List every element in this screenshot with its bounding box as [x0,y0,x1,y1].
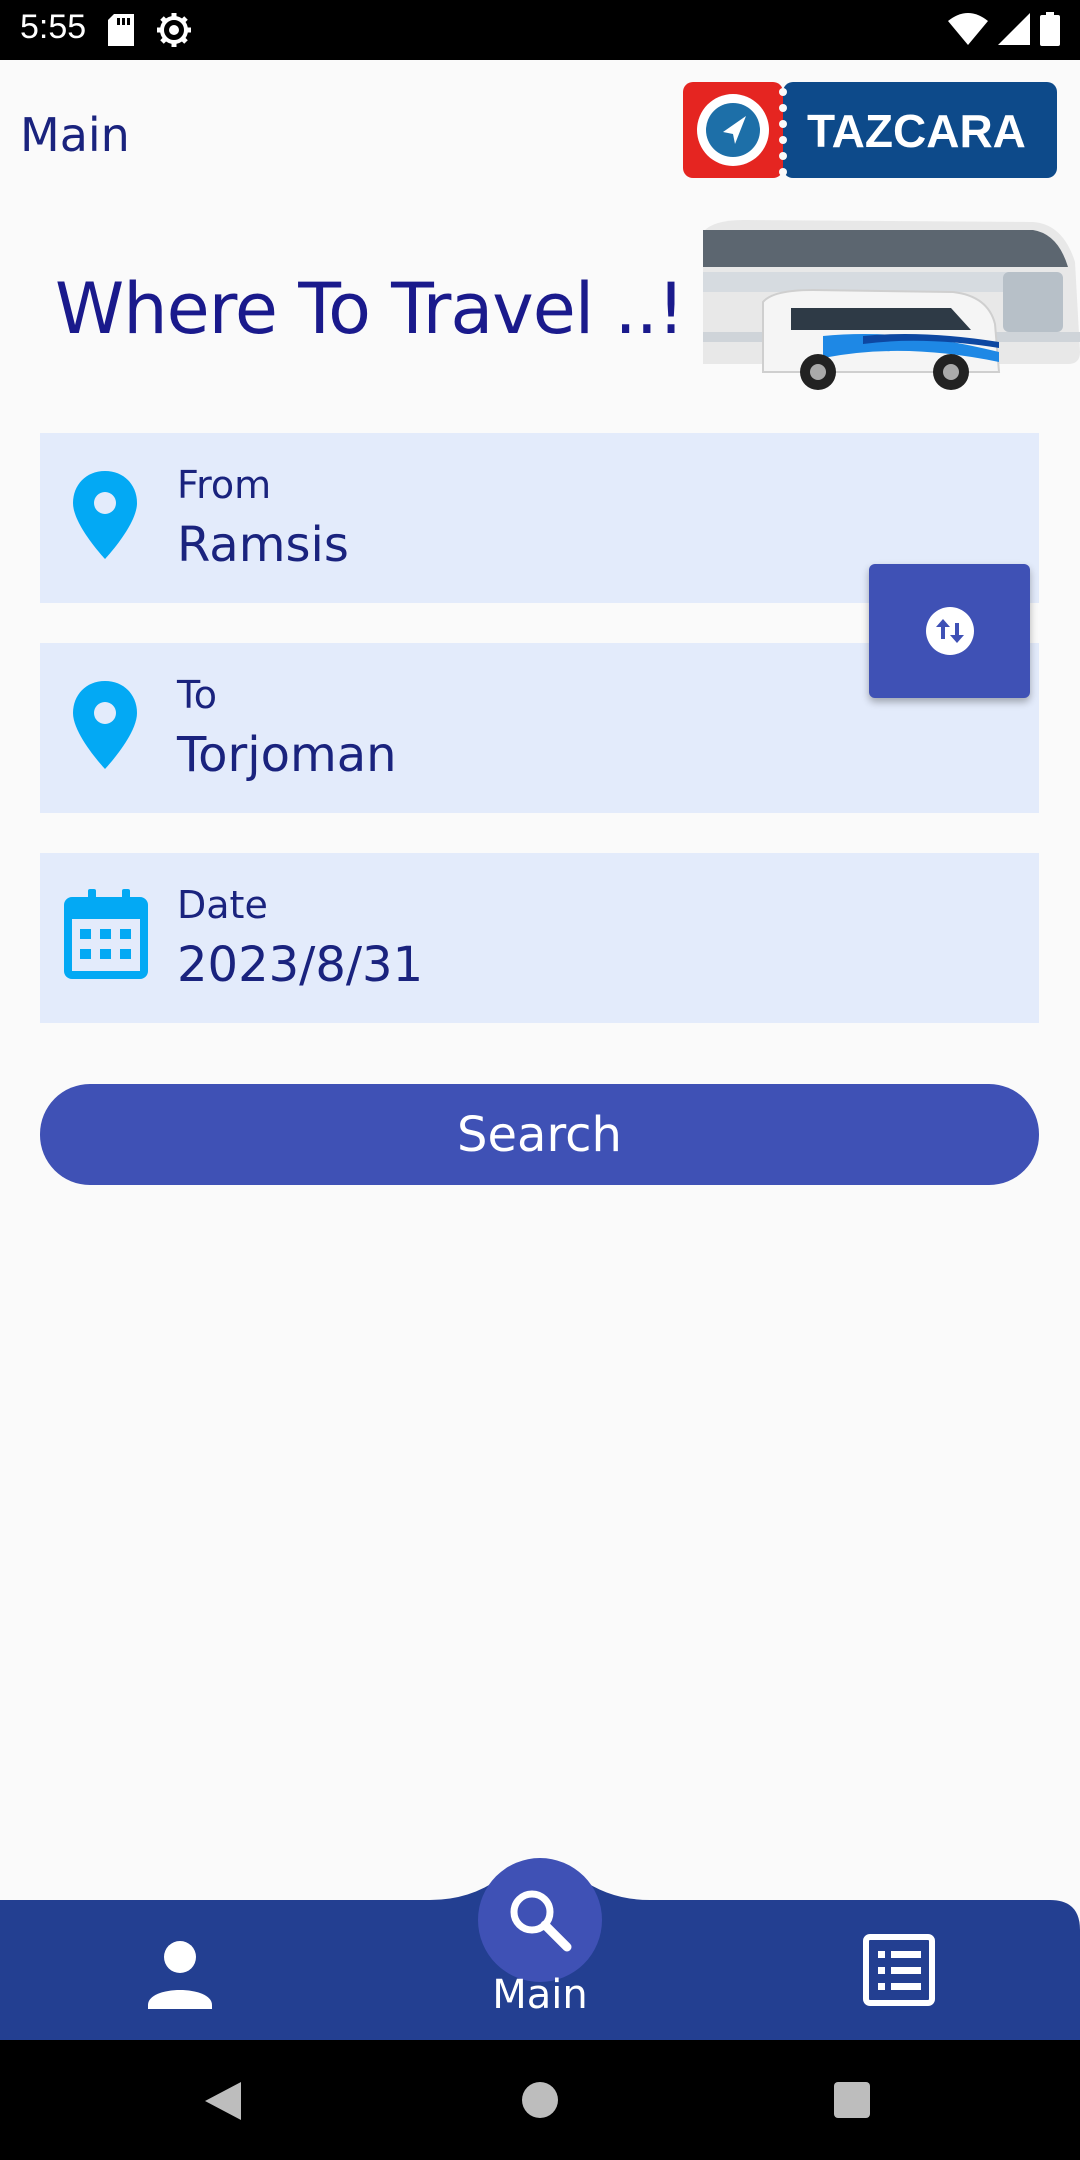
location-pin-icon [73,681,137,769]
from-label: From [177,463,272,507]
location-pin-icon [73,471,137,559]
logo-text: TAZCARA [807,105,1026,157]
tazcara-logo: TAZCARA [683,82,1057,178]
hero-heading: Where To Travel ..! [55,268,685,350]
page-title: Main [20,108,130,162]
recent-apps-icon[interactable] [834,2082,870,2118]
nav-main-label[interactable]: Main [440,1972,640,2018]
swap-locations-button[interactable] [869,564,1030,698]
battery-icon [1040,12,1060,46]
date-value: 2023/8/31 [177,937,424,993]
system-navigation-bar [0,2040,1080,2160]
calendar-icon [64,889,148,979]
back-icon[interactable] [203,2080,243,2122]
person-icon[interactable] [140,1935,220,2015]
cell-signal-icon [998,13,1030,45]
list-icon[interactable] [862,1933,936,2007]
nav-main-button[interactable] [478,1858,602,1982]
status-bar: 5:55 [0,0,1080,60]
date-field[interactable]: Date 2023/8/31 [40,853,1039,1023]
date-label: Date [177,883,268,927]
to-label: To [177,673,218,717]
home-icon[interactable] [522,2082,558,2118]
from-value: Ramsis [177,517,349,573]
status-time: 5:55 [20,8,87,46]
search-button[interactable]: Search [40,1084,1039,1185]
bottom-navigation: Main [0,1840,1080,2040]
wifi-icon [948,13,988,45]
settings-gear-icon [157,13,191,47]
bus-illustration [703,220,1080,390]
search-icon [510,1890,572,1952]
sd-card-icon [108,14,134,46]
status-icons [948,12,1060,46]
swap-vertical-icon [925,607,974,655]
to-value: Torjoman [177,727,397,783]
